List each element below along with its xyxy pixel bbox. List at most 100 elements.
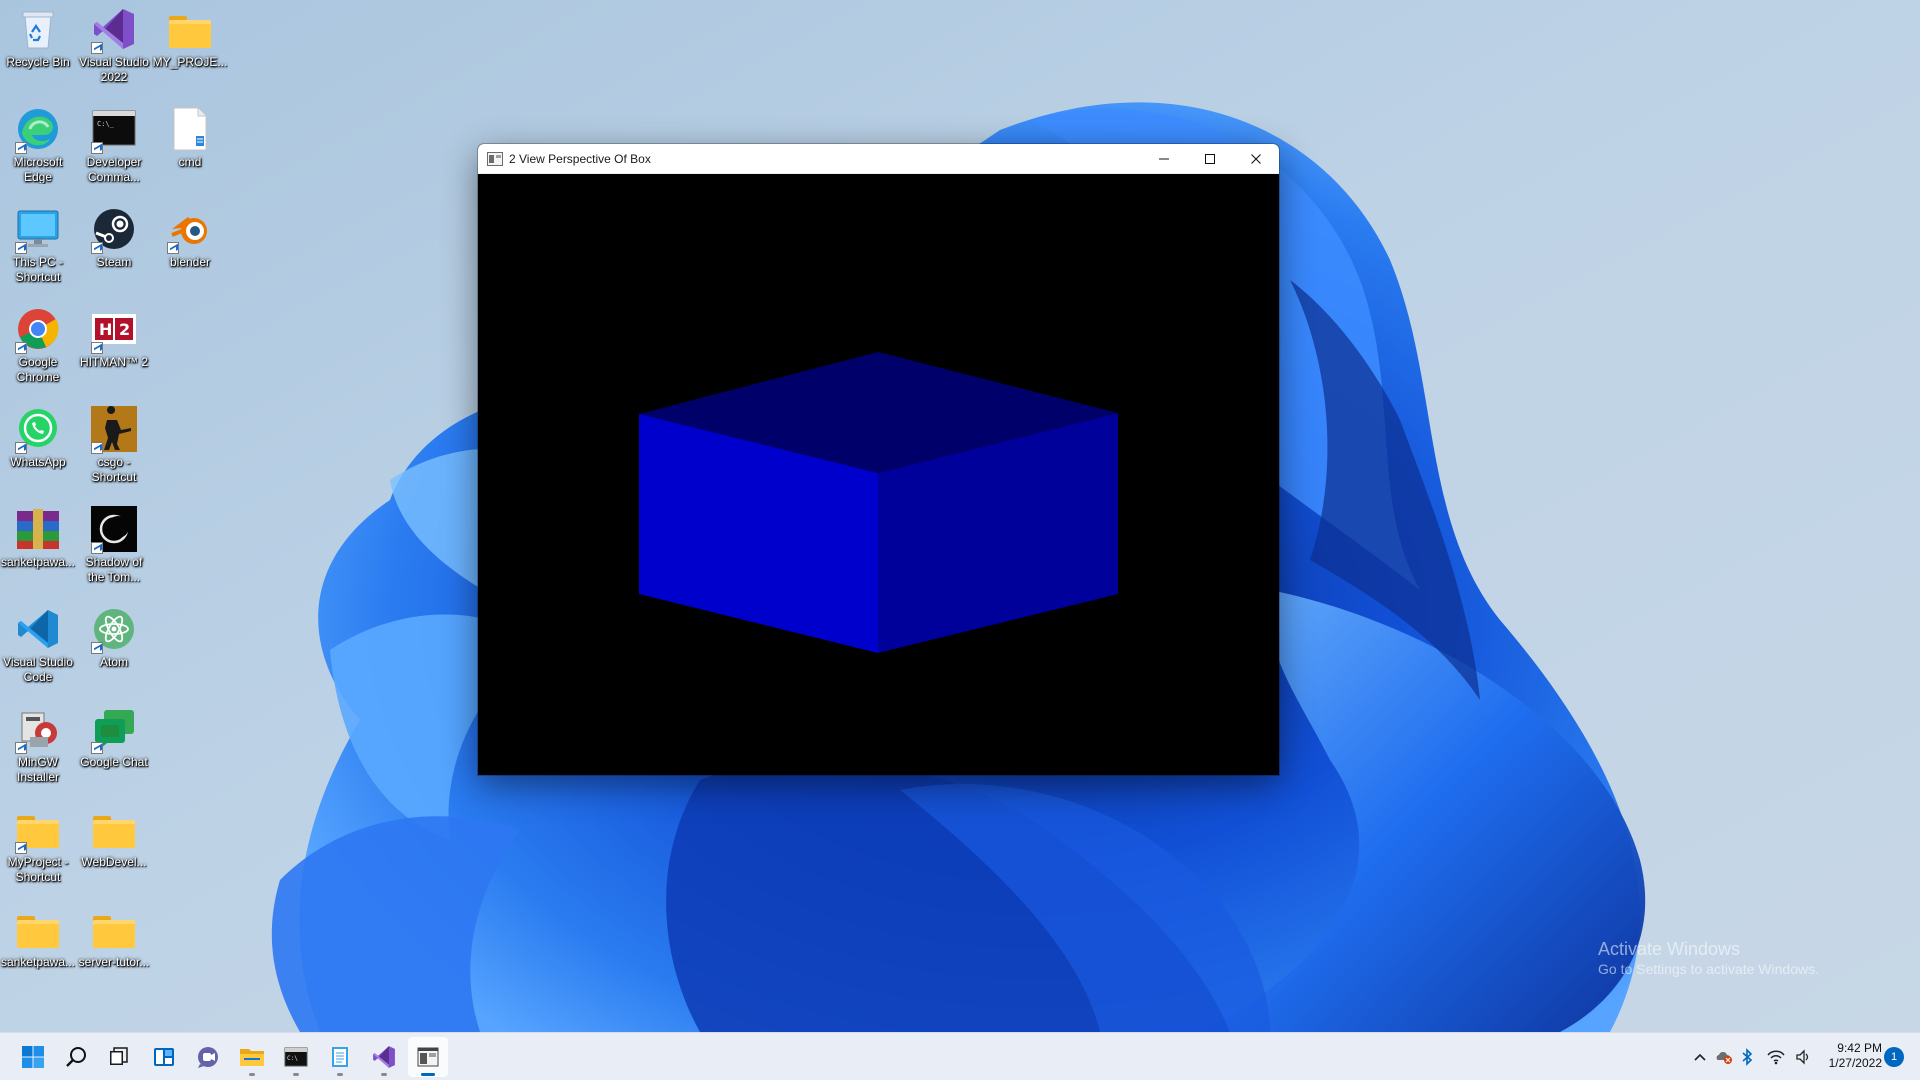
opengl-canvas[interactable] bbox=[478, 175, 1279, 775]
desktop-icon-whatsapp[interactable]: WhatsApp bbox=[0, 400, 76, 496]
taskbar: C:\ 9:42 PM 1/27/2022 1 bbox=[0, 1032, 1920, 1080]
whatsapp-icon bbox=[15, 406, 61, 454]
notepad-button[interactable] bbox=[320, 1037, 360, 1077]
desktop-icon-myproject-shortcut[interactable]: MyProject - Shortcut bbox=[0, 800, 76, 896]
folder-icon bbox=[15, 806, 61, 854]
clock-time: 9:42 PM bbox=[1837, 1041, 1882, 1055]
speaker-icon bbox=[1796, 1049, 1809, 1065]
desktop-icon-hitman-2[interactable]: H2 HITMAN™ 2 bbox=[76, 300, 152, 396]
security-icon bbox=[1716, 1052, 1732, 1064]
start-button[interactable] bbox=[13, 1037, 53, 1077]
recycle-bin-icon bbox=[15, 6, 61, 52]
desktop-icon-label: Shadow of the Tom... bbox=[85, 555, 143, 584]
terminal-button[interactable]: C:\ bbox=[276, 1037, 316, 1077]
desktop-icon-sanketpawa-folder[interactable]: sanketpawa... bbox=[0, 900, 76, 996]
shortcut-arrow-icon bbox=[167, 242, 179, 254]
desktop-icon-label: MyProject - Shortcut bbox=[7, 855, 69, 884]
terminal-icon: C:\ bbox=[284, 1047, 308, 1067]
desktop-icon-label: Atom bbox=[99, 655, 128, 669]
desktop-icon-label: HITMAN™ 2 bbox=[79, 355, 148, 369]
widgets-button[interactable] bbox=[144, 1037, 184, 1077]
desktop-icon-my-project-folder[interactable]: MY_PROJE... bbox=[152, 0, 228, 96]
network-tray-button[interactable] bbox=[1762, 1033, 1790, 1080]
svg-text:H: H bbox=[99, 320, 112, 339]
maximize-icon bbox=[1205, 153, 1215, 164]
running-indicator bbox=[293, 1073, 299, 1076]
shortcut-arrow-icon bbox=[91, 542, 103, 554]
folder-icon bbox=[91, 906, 137, 952]
perspective-app-button[interactable] bbox=[408, 1037, 448, 1077]
atom-icon bbox=[91, 606, 137, 654]
chrome-icon bbox=[15, 306, 61, 354]
desktop-icon-microsoft-edge[interactable]: Microsoft Edge bbox=[0, 100, 76, 196]
bluetooth-tray-button[interactable] bbox=[1736, 1033, 1758, 1080]
shortcut-arrow-icon bbox=[91, 142, 103, 154]
text-file-icon bbox=[167, 106, 213, 152]
svg-text:C:\: C:\ bbox=[287, 1055, 298, 1062]
desktop-icon-csgo[interactable]: csgo - Shortcut bbox=[76, 400, 152, 496]
desktop-icon-this-pc[interactable]: This PC - Shortcut bbox=[0, 200, 76, 296]
desktop-icon-label: This PC - Shortcut bbox=[12, 255, 63, 284]
csgo-icon bbox=[91, 406, 137, 454]
desktop-icon-steam[interactable]: Steam bbox=[76, 200, 152, 296]
chevron-up-icon bbox=[1694, 1053, 1706, 1061]
app-window[interactable]: 2 View Perspective Of Box bbox=[478, 144, 1279, 775]
desktop-icon-label: Google Chat bbox=[80, 755, 148, 769]
desktop-icon-label: Microsoft Edge bbox=[13, 155, 63, 184]
desktop-icon-winrar[interactable]: sanketpawa... bbox=[0, 500, 76, 596]
search-button[interactable] bbox=[56, 1037, 96, 1077]
desktop-icon-blender[interactable]: blender bbox=[152, 200, 228, 296]
close-button[interactable] bbox=[1233, 144, 1279, 174]
desktop-icon-vscode[interactable]: Visual Studio Code bbox=[0, 600, 76, 696]
minimize-button[interactable] bbox=[1141, 144, 1187, 174]
shortcut-arrow-icon bbox=[91, 242, 103, 254]
volume-tray-button[interactable] bbox=[1790, 1033, 1816, 1080]
show-hidden-icons-button[interactable] bbox=[1688, 1033, 1712, 1080]
task-view-icon bbox=[110, 1047, 128, 1065]
desktop-icon-visual-studio-2022[interactable]: Visual Studio 2022 bbox=[76, 0, 152, 96]
vscode-icon bbox=[15, 606, 61, 652]
desktop-icon-label: WhatsApp bbox=[10, 455, 66, 469]
blender-icon bbox=[167, 206, 213, 254]
desktop-icon-label: server-tutor... bbox=[78, 955, 150, 969]
visual-studio-button[interactable] bbox=[364, 1037, 404, 1077]
clock-button[interactable]: 9:42 PM 1/27/2022 bbox=[1818, 1041, 1882, 1071]
desktop-icon-label: cmd bbox=[178, 155, 202, 169]
desktop-icon-recycle-bin[interactable]: Recycle Bin bbox=[0, 0, 76, 96]
desktop-icon-label: Recycle Bin bbox=[6, 55, 70, 69]
shortcut-arrow-icon bbox=[15, 242, 27, 254]
shortcut-arrow-icon bbox=[91, 342, 103, 354]
close-icon bbox=[1251, 153, 1261, 164]
desktop-icon-shadow-of-the-tomb-raider[interactable]: Shadow of the Tom... bbox=[76, 500, 152, 596]
desktop-icon-google-chrome[interactable]: Google Chrome bbox=[0, 300, 76, 396]
window-titlebar[interactable]: 2 View Perspective Of Box bbox=[478, 144, 1279, 174]
desktop-icon-server-tutor-folder[interactable]: server-tutor... bbox=[76, 900, 152, 996]
svg-text:C:\_: C:\_ bbox=[97, 120, 115, 128]
desktop-icon-label: csgo - Shortcut bbox=[91, 455, 137, 484]
desktop-icon-developer-command[interactable]: C:\_ Developer Comma... bbox=[76, 100, 152, 196]
task-view-button[interactable] bbox=[99, 1037, 139, 1077]
security-tray-button[interactable] bbox=[1712, 1033, 1736, 1080]
desktop-icon-mingw-installer[interactable]: MinGW Installer bbox=[0, 700, 76, 796]
maximize-button[interactable] bbox=[1187, 144, 1233, 174]
watermark-title: Activate Windows bbox=[1598, 939, 1741, 959]
desktop-icon-label: MY_PROJE... bbox=[152, 55, 228, 69]
running-indicator bbox=[381, 1073, 387, 1076]
file-explorer-button[interactable] bbox=[232, 1037, 272, 1077]
desktop-icon-webdevel-folder[interactable]: WebDevel... bbox=[76, 800, 152, 896]
shortcut-arrow-icon bbox=[91, 42, 103, 54]
desktop-icon-google-chat[interactable]: Google Chat bbox=[76, 700, 152, 796]
chat-button[interactable] bbox=[188, 1037, 228, 1077]
window-title: 2 View Perspective Of Box bbox=[509, 151, 651, 166]
terminal-icon: C:\_ bbox=[91, 106, 137, 154]
desktop-icon-cmd-file[interactable]: cmd bbox=[152, 100, 228, 196]
desktop-icon-label: MinGW Installer bbox=[16, 755, 60, 784]
desktop-icon-label: Visual Studio Code bbox=[3, 655, 73, 684]
shortcut-arrow-icon bbox=[15, 342, 27, 354]
desktop-icon-label: Developer Comma... bbox=[86, 155, 142, 184]
desktop-icon-atom[interactable]: Atom bbox=[76, 600, 152, 696]
shortcut-arrow-icon bbox=[91, 442, 103, 454]
shortcut-arrow-icon bbox=[15, 742, 27, 754]
folder-icon bbox=[91, 806, 137, 852]
notification-badge[interactable]: 1 bbox=[1884, 1047, 1904, 1067]
